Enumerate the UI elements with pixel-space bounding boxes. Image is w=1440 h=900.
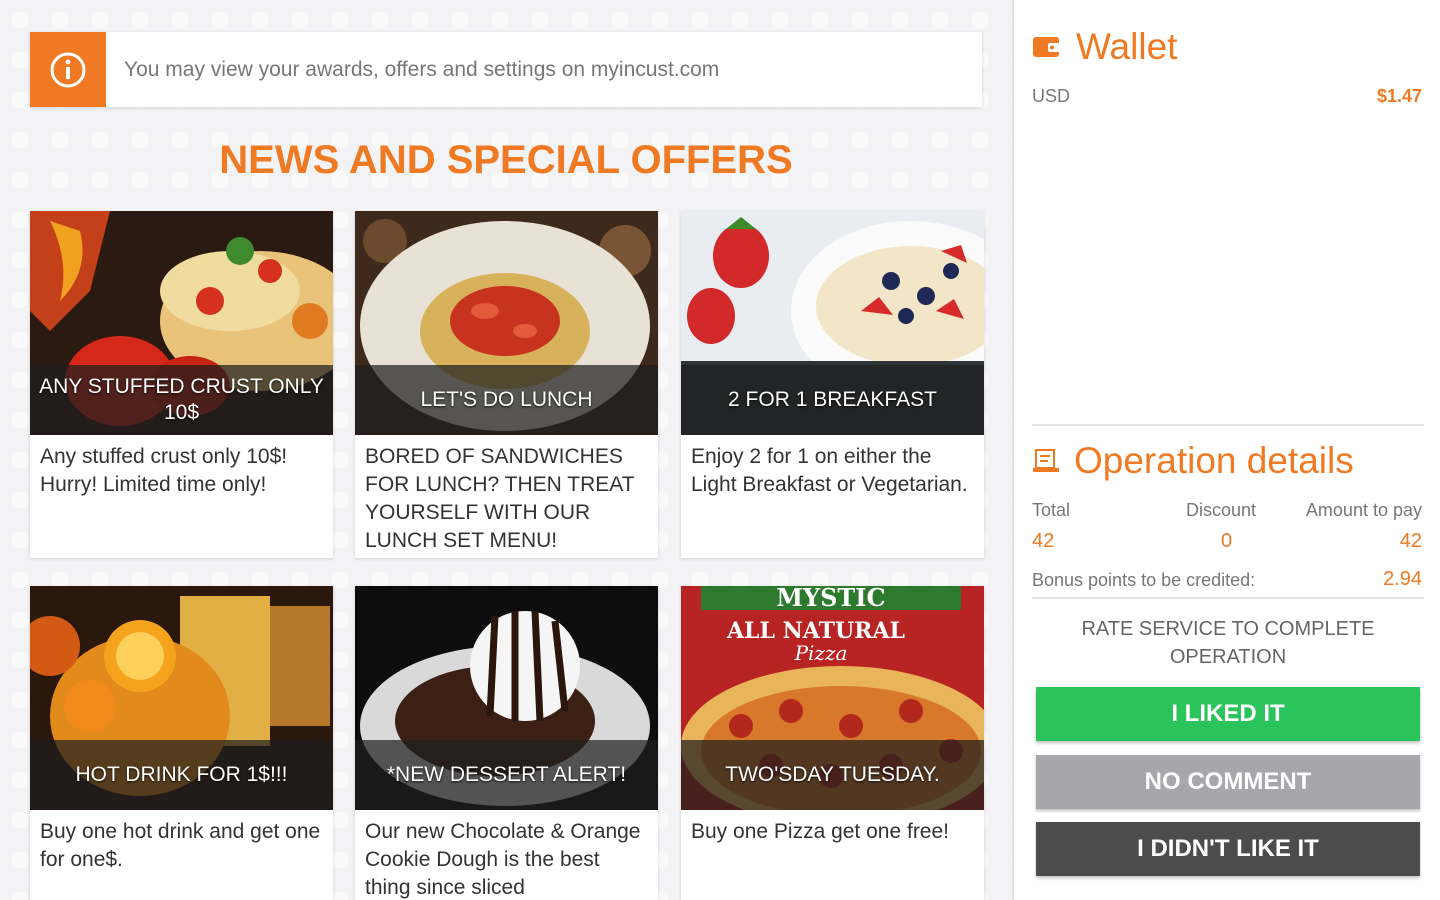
info-banner[interactable]: You may view your awards, offers and set…: [30, 32, 982, 107]
offer-description: Our new Chocolate & Orange Cookie Dough …: [365, 820, 641, 899]
offer-card[interactable]: *NEW DESSERT ALERT! Our new Chocolate & …: [355, 586, 658, 900]
offer-caption: HOT DRINK FOR 1$!!!: [30, 740, 333, 810]
offer-caption: ANY STUFFED CRUST ONLY 10$: [30, 365, 333, 435]
bonus-label: Bonus points to be credited:: [1032, 570, 1256, 590]
offer-caption: *NEW DESSERT ALERT!: [355, 740, 658, 810]
offer-description: Any stuffed crust only 10$! Hurry! Limit…: [40, 445, 288, 496]
wallet-balance: $1.47: [1376, 86, 1422, 106]
operation-title: Operation details: [1074, 440, 1354, 481]
pizza-box-brand: MYSTIC: [776, 586, 885, 612]
bonus-value: 2.94: [1383, 568, 1422, 590]
didnt-like-it-button[interactable]: I DIDN'T LIKE IT: [1036, 822, 1420, 876]
discount-value: 0: [1221, 530, 1233, 552]
divider: [1032, 597, 1424, 599]
offer-image-breakfast: 2 FOR 1 BREAKFAST: [681, 211, 984, 435]
rate-prompt: RATE SERVICE TO COMPLETE OPERATION: [1081, 618, 1375, 668]
offer-caption: 2 FOR 1 BREAKFAST: [681, 365, 984, 435]
offer-image-dessert: *NEW DESSERT ALERT!: [355, 586, 658, 810]
total-value: 42: [1032, 530, 1055, 552]
offer-caption: LET'S DO LUNCH: [355, 365, 658, 435]
sidebar-panel: Wallet USD $1.47 Operation details Total…: [1012, 0, 1440, 900]
pizza-box-line2: Pizza: [794, 641, 848, 665]
divider: [1032, 424, 1424, 426]
offer-image-hot-drink: HOT DRINK FOR 1$!!!: [30, 586, 333, 810]
wallet-title: Wallet: [1076, 26, 1178, 67]
wallet-header: Wallet: [1032, 26, 1177, 68]
main-content: You may view your awards, offers and set…: [0, 0, 1012, 900]
operation-header: Operation details: [1032, 440, 1354, 482]
amount-label: Amount to pay: [1305, 500, 1422, 520]
total-label: Total: [1032, 500, 1071, 520]
wallet-icon: [1033, 37, 1061, 57]
section-title: NEWS AND SPECIAL OFFERS: [219, 138, 793, 182]
offer-caption: TWO'SDAY TUESDAY.: [681, 740, 984, 810]
receipt-icon: [1033, 449, 1059, 472]
offer-image-pasta: LET'S DO LUNCH: [355, 211, 658, 435]
offer-description: Buy one Pizza get one free!: [691, 820, 949, 843]
amount-value: 42: [1399, 530, 1422, 552]
discount-label: Discount: [1186, 500, 1257, 520]
offer-description: BORED OF SANDWICHES FOR LUNCH? THEN TREA…: [365, 445, 635, 552]
info-icon: [30, 32, 106, 107]
liked-it-button[interactable]: I LIKED IT: [1036, 687, 1420, 741]
offer-card[interactable]: HOT DRINK FOR 1$!!! Buy one hot drink an…: [30, 586, 333, 900]
info-banner-text: You may view your awards, offers and set…: [124, 57, 720, 81]
no-comment-button[interactable]: NO COMMENT: [1036, 755, 1420, 809]
offer-card[interactable]: LET'S DO LUNCH BORED OF SANDWICHES FOR L…: [355, 211, 658, 558]
offer-image-pizza: ANY STUFFED CRUST ONLY 10$: [30, 211, 333, 435]
wallet-currency: USD: [1032, 86, 1071, 106]
offer-card[interactable]: 2 FOR 1 BREAKFAST Enjoy 2 for 1 on eithe…: [681, 211, 984, 558]
offer-description: Buy one hot drink and get one for one$.: [40, 820, 321, 871]
offer-description: Enjoy 2 for 1 on either the Light Breakf…: [691, 445, 968, 496]
offer-card[interactable]: MYSTIC ALL NATURAL Pizza TWO'SDAY TUESDA…: [681, 586, 984, 900]
offer-card[interactable]: ANY STUFFED CRUST ONLY 10$ Any stuffed c…: [30, 211, 333, 558]
offer-image-pizza-box: MYSTIC ALL NATURAL Pizza TWO'SDAY TUESDA…: [681, 586, 984, 810]
